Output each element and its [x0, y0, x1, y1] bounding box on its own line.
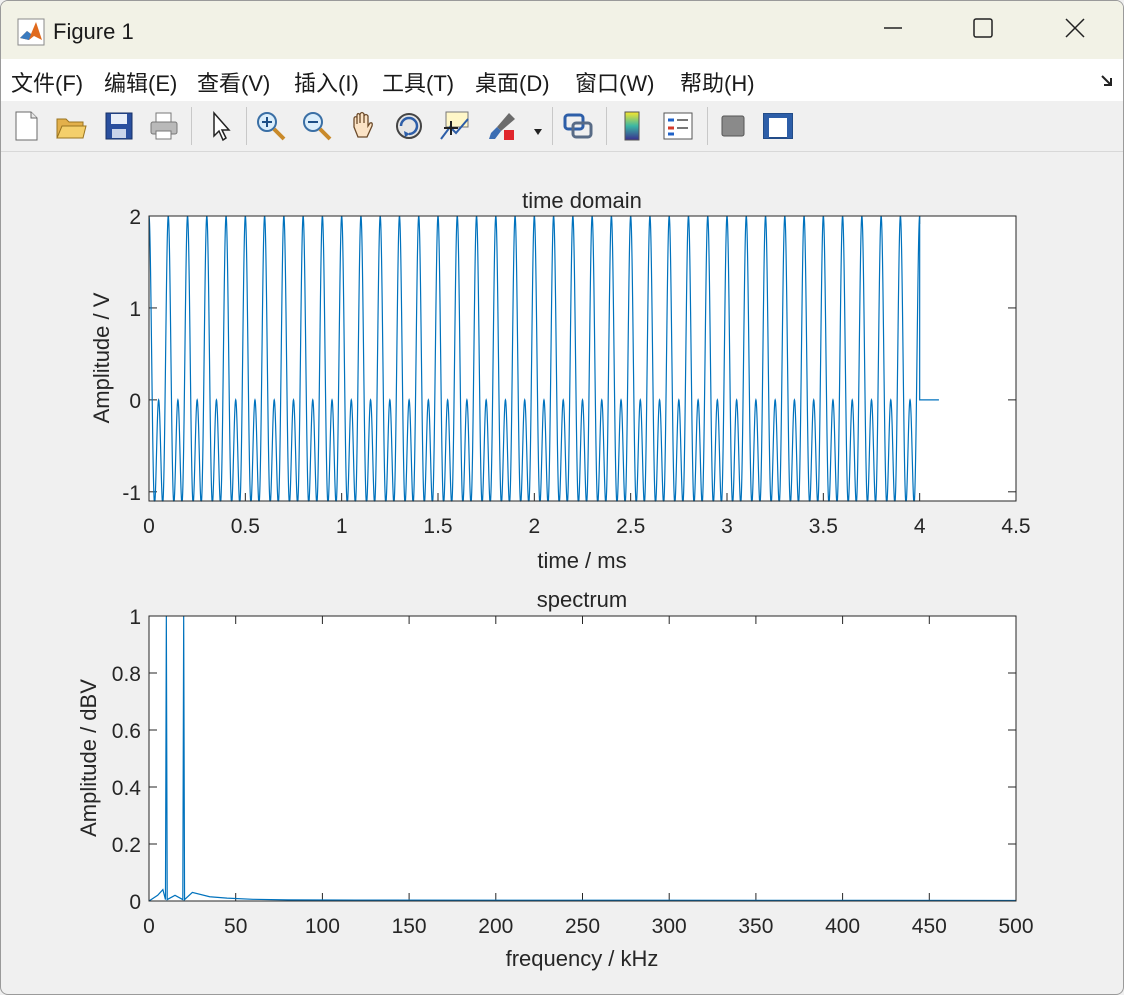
window-title: Figure 1 — [53, 19, 134, 44]
minimize-button[interactable] — [847, 1, 939, 59]
new-figure-icon[interactable] — [9, 109, 43, 143]
x-tick-label: 3.5 — [809, 515, 838, 538]
x-tick-label: 1.5 — [423, 515, 452, 538]
brush-icon[interactable] — [485, 109, 519, 143]
x-tick-label: 4.5 — [1001, 515, 1030, 538]
y-tick-label: 1 — [129, 298, 141, 321]
pan-icon[interactable] — [346, 109, 380, 143]
menu-file[interactable]: 文件(F) — [11, 66, 83, 98]
menu-window[interactable]: 窗口(W) — [575, 66, 654, 98]
matlab-logo-icon — [17, 18, 45, 51]
figure-canvas: time domain time / ms Amplitude / V 0 0.5… — [1, 152, 1123, 994]
toolbar — [1, 101, 1123, 152]
x-tick-label: 0.5 — [231, 515, 260, 538]
x-tick-label: 250 — [565, 915, 600, 938]
x-tick-label: 350 — [738, 915, 773, 938]
x-tick-label: 450 — [912, 915, 947, 938]
x-axis-label: time / ms — [537, 548, 626, 573]
print-icon[interactable] — [147, 109, 181, 143]
maximize-button[interactable] — [937, 1, 1029, 59]
x-tick-label: 2.5 — [616, 515, 645, 538]
chevron-down-icon[interactable] — [533, 123, 543, 141]
axes-spectrum[interactable]: spectrum frequency / kHz Amplitude / dBV… — [76, 587, 1034, 971]
x-tick-label: 0 — [143, 915, 155, 938]
menu-bar: 文件(F) 编辑(E) 查看(V) 插入(I) 工具(T) 桌面(D) 窗口(W… — [1, 59, 1123, 101]
data-cursor-icon[interactable] — [438, 109, 472, 143]
axes-time-domain[interactable]: time domain time / ms Amplitude / V 0 0.5… — [89, 188, 1031, 573]
zoom-in-icon[interactable] — [254, 109, 288, 143]
maximize-icon — [972, 17, 994, 44]
y-tick-label: 0.2 — [112, 834, 141, 857]
y-tick-label: 0.8 — [112, 663, 141, 686]
axes-background — [149, 616, 1016, 901]
menu-view[interactable]: 查看(V) — [197, 66, 270, 98]
x-tick-label: 100 — [305, 915, 340, 938]
y-tick-label: 2 — [129, 206, 141, 229]
axes-background — [149, 216, 1016, 501]
y-axis-label: Amplitude / V — [89, 292, 114, 423]
x-tick-label: 50 — [224, 915, 247, 938]
y-tick-label: -1 — [122, 482, 141, 505]
open-icon[interactable] — [54, 109, 88, 143]
close-icon — [1064, 17, 1086, 44]
x-tick-label: 0 — [143, 515, 155, 538]
x-tick-label: 2 — [528, 515, 540, 538]
menu-edit[interactable]: 编辑(E) — [104, 66, 177, 98]
zoom-out-icon[interactable] — [300, 109, 334, 143]
figure-window: Figure 1 文件(F) 编辑(E) 查看(V) 插入(I) 工具(T) 桌… — [0, 0, 1124, 995]
y-tick-label: 0.6 — [112, 720, 141, 743]
chart-title: time domain — [522, 188, 642, 213]
toolbar-separator — [191, 107, 192, 145]
menu-desktop[interactable]: 桌面(D) — [475, 66, 550, 98]
x-tick-label: 500 — [998, 915, 1033, 938]
x-tick-label: 400 — [825, 915, 860, 938]
menu-tools[interactable]: 工具(T) — [382, 66, 454, 98]
menu-insert[interactable]: 插入(I) — [294, 66, 359, 98]
toolbar-separator — [707, 107, 708, 145]
x-tick-label: 4 — [914, 515, 926, 538]
close-button[interactable] — [1029, 1, 1121, 59]
y-tick-label: 0 — [129, 390, 141, 413]
y-tick-label: 0 — [129, 891, 141, 914]
toolbar-separator — [246, 107, 247, 145]
toolbar-separator — [606, 107, 607, 145]
dock-arrow-icon[interactable] — [1099, 73, 1115, 94]
title-bar: Figure 1 — [1, 1, 1123, 59]
link-plot-icon[interactable] — [561, 109, 595, 143]
y-tick-label: 1 — [129, 606, 141, 629]
legend-icon[interactable] — [661, 109, 695, 143]
x-axis-label: frequency / kHz — [506, 946, 659, 971]
x-tick-label: 300 — [652, 915, 687, 938]
x-tick-label: 150 — [392, 915, 427, 938]
menu-help[interactable]: 帮助(H) — [680, 66, 755, 98]
y-axis-label: Amplitude / dBV — [76, 679, 101, 837]
minimize-icon — [882, 17, 904, 44]
colorbar-icon[interactable] — [615, 109, 649, 143]
plot-canvas: time domain time / ms Amplitude / V 0 0.5… — [76, 188, 1034, 971]
chart-title: spectrum — [537, 587, 627, 612]
save-icon[interactable] — [102, 109, 136, 143]
edit-plot-icon[interactable] — [203, 109, 237, 143]
hide-plot-tools-icon[interactable] — [716, 109, 750, 143]
x-tick-label: 1 — [336, 515, 348, 538]
y-tick-label: 0.4 — [112, 777, 142, 800]
x-tick-label: 3 — [721, 515, 733, 538]
rotate-3d-icon[interactable] — [392, 109, 426, 143]
x-tick-label: 200 — [478, 915, 513, 938]
show-plot-tools-icon[interactable] — [761, 109, 795, 143]
toolbar-separator — [552, 107, 553, 145]
